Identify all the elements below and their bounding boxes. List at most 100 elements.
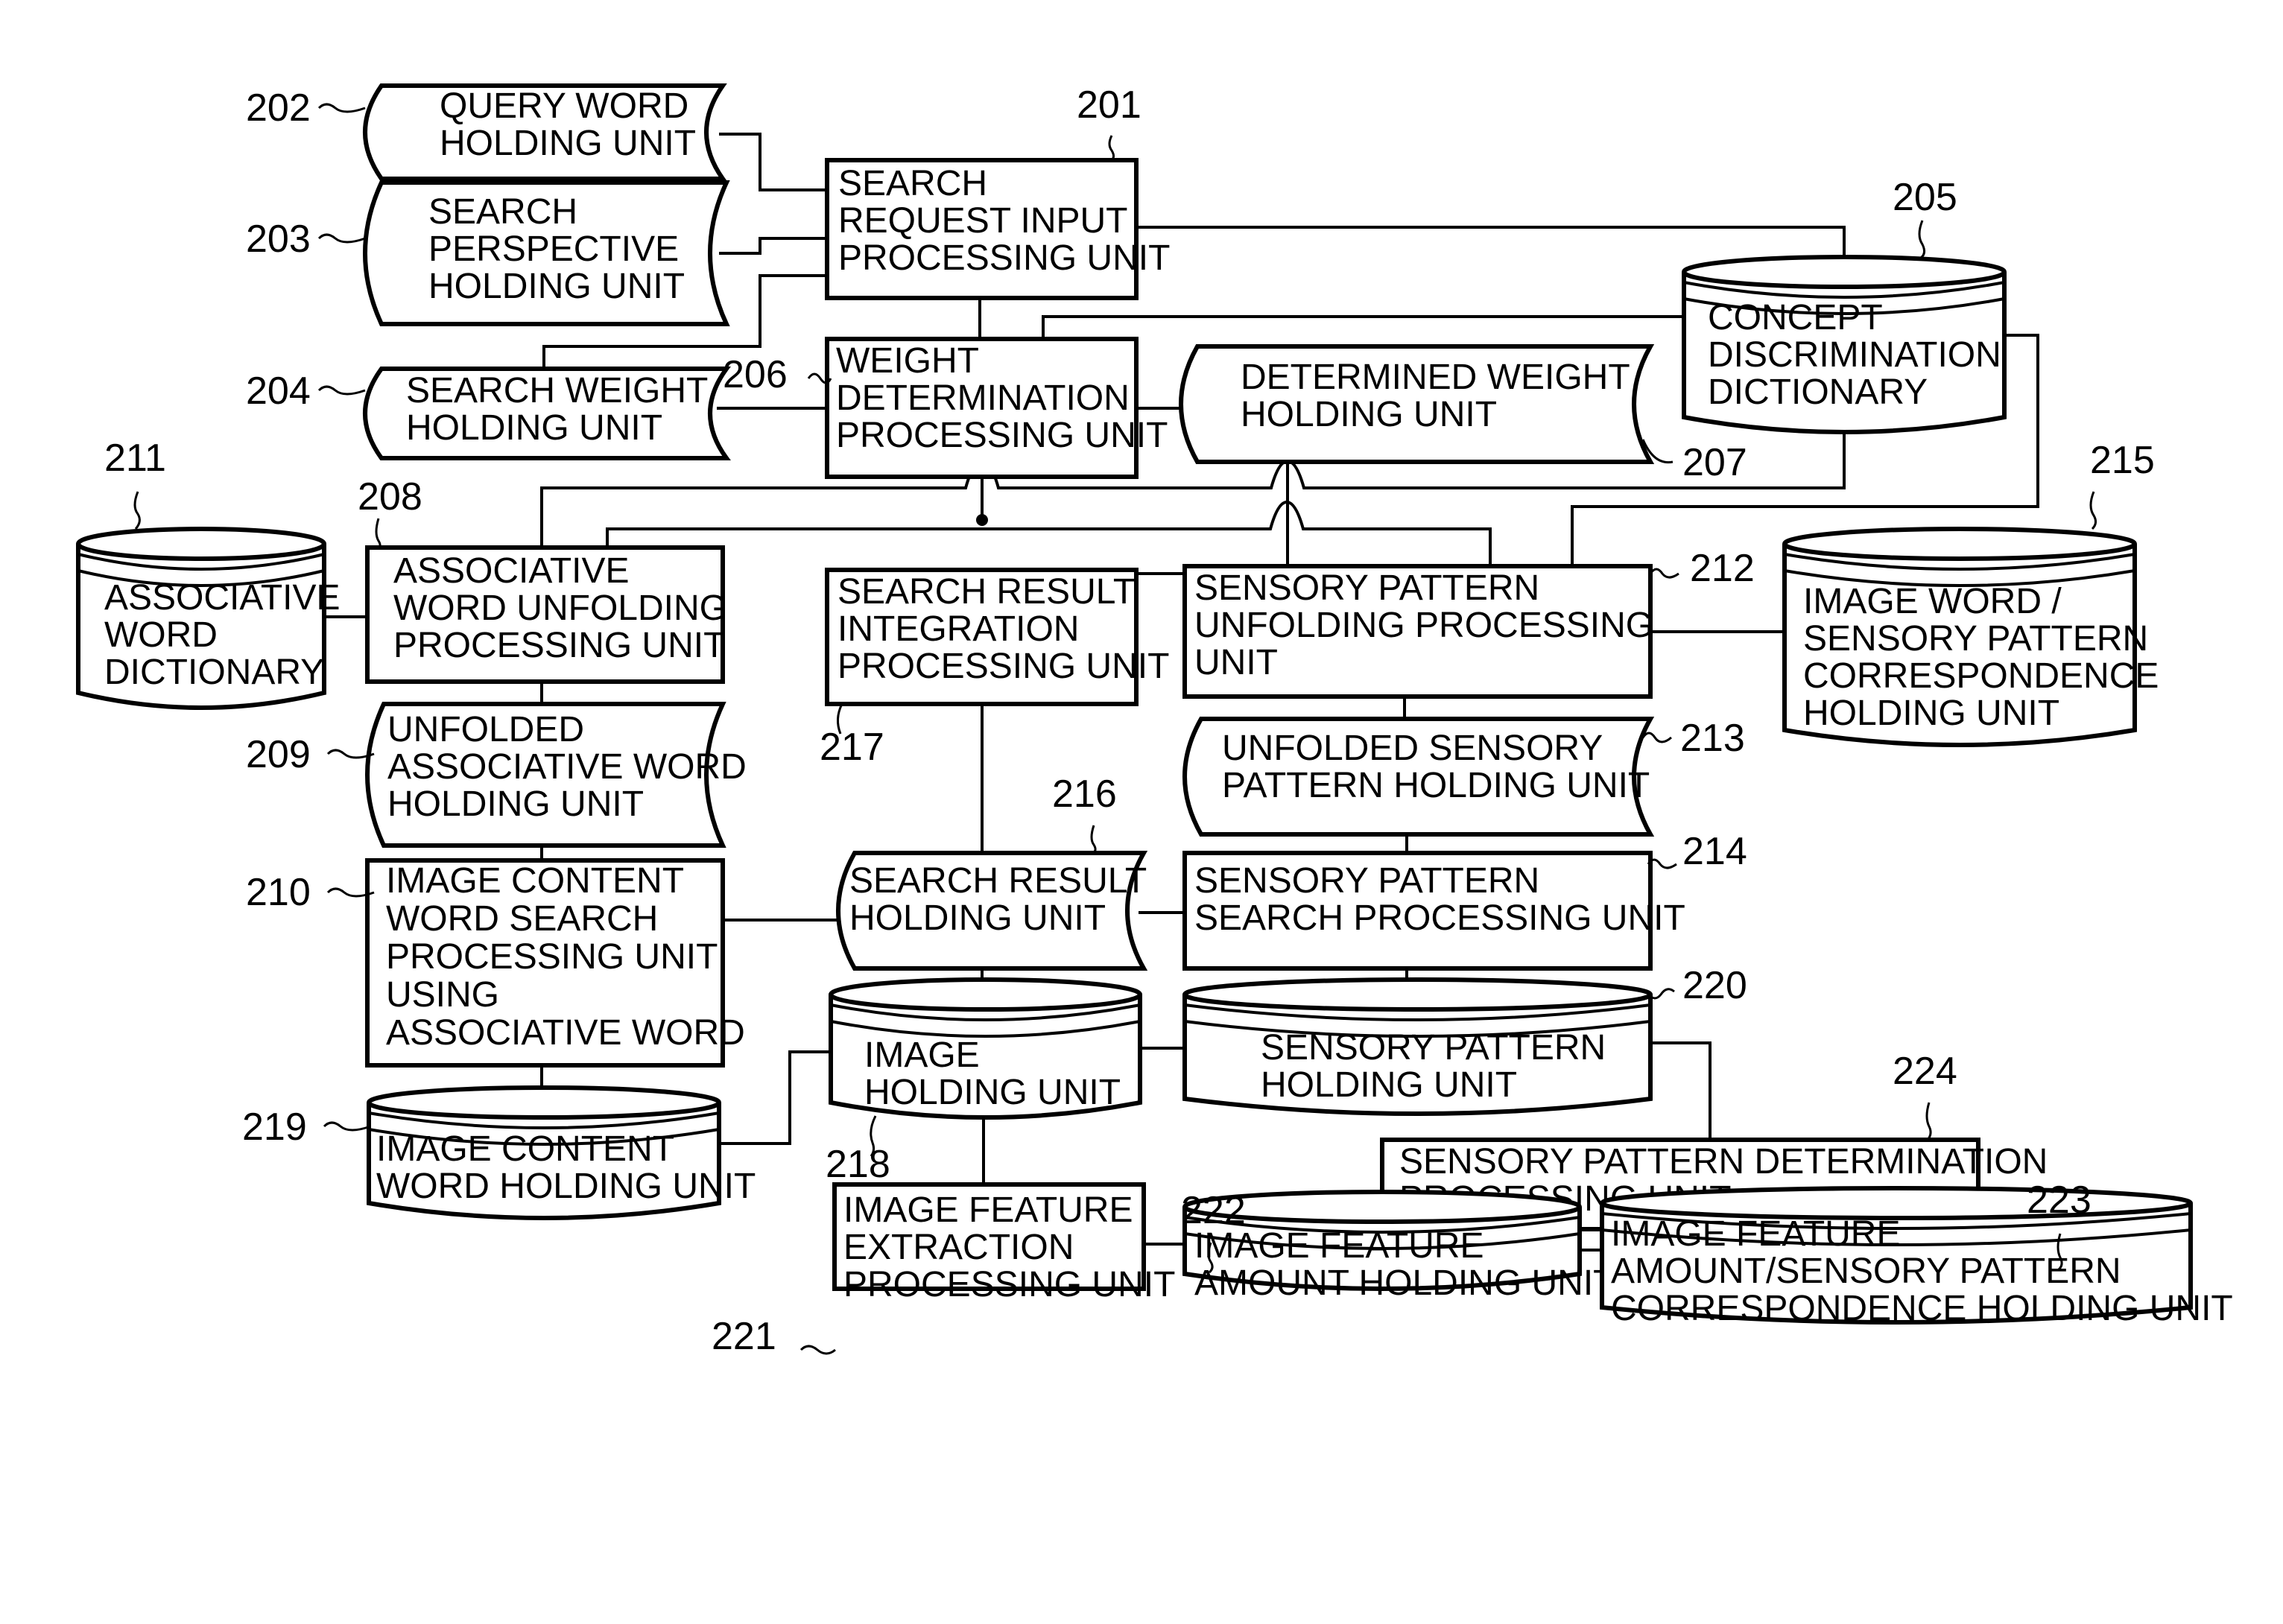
database-top	[1782, 527, 2137, 561]
node-label-line: USING	[386, 975, 499, 1015]
wire-205-206	[1042, 315, 1685, 340]
node-219: IMAGE CONTENTWORD HOLDING UNIT 219	[242, 1085, 756, 1220]
node-label-line: HOLDING UNIT	[428, 267, 685, 306]
node-label-line: SENSORY PATTERN	[1261, 1028, 1606, 1068]
node-label-line: PERSPECTIVE	[428, 229, 679, 269]
wire-201-205	[1134, 226, 1846, 261]
node-label-line: IMAGE FEATURE	[1611, 1214, 1900, 1254]
node-211: ASSOCIATIVEWORDDICTIONARY 211	[76, 437, 341, 710]
node-label-line: HOLDING UNIT	[406, 408, 662, 448]
node-label-line: PROCESSING UNIT	[843, 1265, 1175, 1304]
node-label-line: ASSOCIATIVE WORD	[386, 1013, 745, 1053]
node-label-line: PROCESSING UNIT	[393, 626, 725, 665]
leader-line	[317, 385, 366, 396]
reference-numeral: 224	[1893, 1050, 1957, 1093]
node-201: SEARCHREQUEST INPUTPROCESSING UNIT 201	[825, 83, 1170, 300]
reference-numeral: 215	[2090, 439, 2155, 482]
node-label-line: PROCESSING UNIT	[836, 416, 1168, 455]
node-205: CONCEPTDISCRIMINATIONDICTIONARY 205	[1682, 176, 2007, 434]
node-label-line: DISCRIMINATION	[1708, 335, 2001, 375]
wire-202-201	[719, 133, 829, 191]
node-label-line: SEARCH	[428, 192, 577, 232]
node-204: SEARCH WEIGHTHOLDING UNIT 204	[246, 367, 731, 460]
node-label-line: SENSORY PATTERN	[1194, 861, 1539, 901]
node-label-line: IMAGE CONTENT	[376, 1129, 674, 1169]
reference-numeral: 217	[820, 726, 884, 769]
leader-line	[2089, 491, 2097, 530]
node-label-line: WORD HOLDING UNIT	[376, 1167, 756, 1206]
reference-numeral: 219	[242, 1106, 307, 1149]
node-label-line: HOLDING UNIT	[1241, 395, 1497, 434]
node-label-line: WEIGHT	[836, 341, 979, 381]
reference-numeral: 223	[2027, 1179, 2092, 1222]
node-label-line: DICTIONARY	[1708, 372, 1928, 412]
node-label-line: AMOUNT/SENSORY PATTERN	[1611, 1252, 2121, 1291]
reference-numeral: 201	[1077, 83, 1142, 127]
reference-numeral: 221	[712, 1315, 776, 1358]
node-label-line: SEARCH PROCESSING UNIT	[1194, 898, 1685, 938]
node-207: DETERMINED WEIGHTHOLDING UNIT 207	[1179, 344, 1747, 484]
leader-line	[1647, 988, 1675, 1000]
node-label-line: SENSORY PATTERN DETERMINATION	[1399, 1142, 2048, 1181]
node-214: SENSORY PATTERNSEARCH PROCESSING UNIT 214	[1182, 830, 1747, 971]
reference-numeral: 202	[246, 86, 311, 130]
node-221: IMAGE FEATUREEXTRACTIONPROCESSING UNIT 22…	[712, 1182, 1175, 1358]
database-top	[76, 527, 326, 561]
reference-numeral: 206	[723, 353, 788, 396]
leader-line	[1108, 135, 1115, 162]
reference-numeral: 211	[104, 437, 166, 480]
leader-line	[133, 491, 141, 530]
leader-line	[1925, 1102, 1932, 1141]
reference-numeral: 216	[1052, 773, 1117, 816]
node-label-line: CONCEPT	[1708, 298, 1883, 337]
reference-numeral: 210	[246, 871, 311, 914]
node-label-line: IMAGE	[864, 1035, 980, 1075]
leader-line	[1090, 825, 1097, 855]
node-label-line: WORD	[104, 615, 218, 655]
node-label-line: HOLDING UNIT	[849, 898, 1106, 938]
node-label-line: PROCESSING UNIT	[837, 647, 1169, 686]
node-label-line: CORRESPONDENCE HOLDING UNIT	[1611, 1289, 2233, 1328]
node-label-line: SEARCH RESULT	[837, 572, 1135, 612]
node-label-line: IMAGE WORD /	[1803, 582, 2062, 621]
reference-numeral: 208	[358, 475, 422, 518]
node-label-line: ASSOCIATIVE	[393, 551, 630, 591]
database-top	[829, 977, 1142, 1012]
node-label-line: DICTIONARY	[104, 653, 324, 692]
node-label-line: EXTRACTION	[843, 1228, 1074, 1267]
node-label-line: DETERMINATION	[836, 378, 1130, 418]
node-label-line: PROCESSING UNIT	[838, 238, 1170, 278]
node-217: SEARCH RESULTINTEGRATIONPROCESSING UNIT 2…	[820, 568, 1169, 769]
node-label-line: SENSORY PATTERN	[1194, 568, 1539, 608]
node-label-line: HOLDING UNIT	[1261, 1065, 1517, 1105]
node-label-line: HOLDING UNIT	[1803, 694, 2059, 733]
node-223: IMAGE FEATUREAMOUNT/SENSORY PATTERNCORRE…	[1600, 1179, 2233, 1328]
database-top	[1600, 1186, 2193, 1220]
database-top	[1682, 255, 2007, 289]
junction-dot-206	[976, 514, 988, 526]
leader-line	[317, 103, 366, 113]
node-label-line: SEARCH	[838, 164, 987, 203]
node-216: SEARCH RESULTHOLDING UNIT 216	[836, 773, 1148, 971]
reference-numeral: 218	[826, 1143, 890, 1186]
node-label-line: HOLDING UNIT	[440, 124, 696, 163]
node-label-line: INTEGRATION	[837, 609, 1079, 649]
node-label-line: UNFOLDED	[387, 710, 584, 749]
node-209: UNFOLDEDASSOCIATIVE WORDHOLDING UNIT 209	[246, 702, 747, 848]
database-top	[1182, 977, 1653, 1012]
node-label-line: UNFOLDING PROCESSING	[1194, 606, 1653, 645]
node-label-line: IMAGE CONTENT	[386, 861, 684, 901]
reference-numeral: 207	[1682, 441, 1747, 484]
node-label-line: CORRESPONDENCE	[1803, 656, 2159, 696]
node-222: IMAGE FEATUREAMOUNT HOLDING UNIT222	[1181, 1189, 1615, 1303]
block-diagram: QUERY WORDHOLDING UNIT202SEARCHPERSPECTI…	[76, 83, 2233, 1358]
node-213: UNFOLDED SENSORYPATTERN HOLDING UNIT 213	[1182, 717, 1745, 837]
leader-line	[323, 1121, 371, 1132]
reference-numeral: 209	[246, 733, 311, 776]
reference-numeral: 214	[1682, 830, 1747, 873]
node-203: SEARCHPERSPECTIVEHOLDING UNIT 203	[246, 180, 730, 326]
node-202: QUERY WORDHOLDING UNIT 202	[246, 83, 727, 181]
node-label-line: QUERY WORD	[440, 86, 688, 126]
reference-numeral: 212	[1690, 547, 1755, 590]
node-label-line: IMAGE FEATURE	[843, 1190, 1133, 1230]
